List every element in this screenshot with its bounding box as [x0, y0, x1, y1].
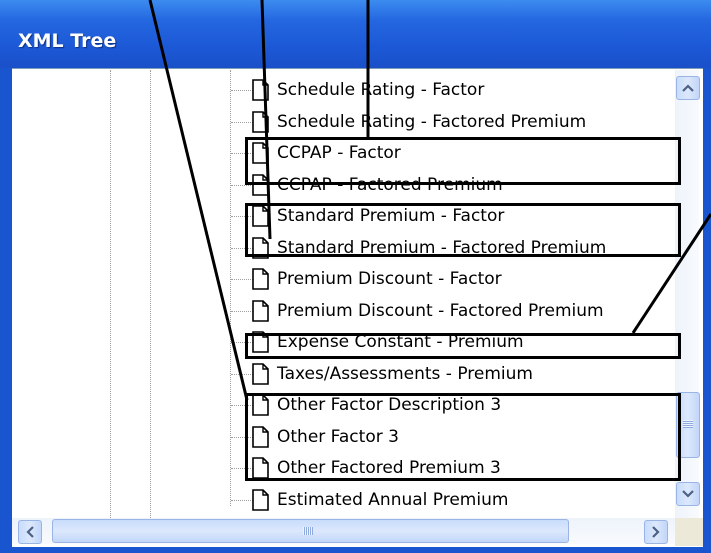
annotation-line [148, 0, 249, 401]
annotation-line [260, 0, 272, 240]
annotation-arrows [148, 0, 711, 401]
annotation-line [631, 213, 711, 334]
